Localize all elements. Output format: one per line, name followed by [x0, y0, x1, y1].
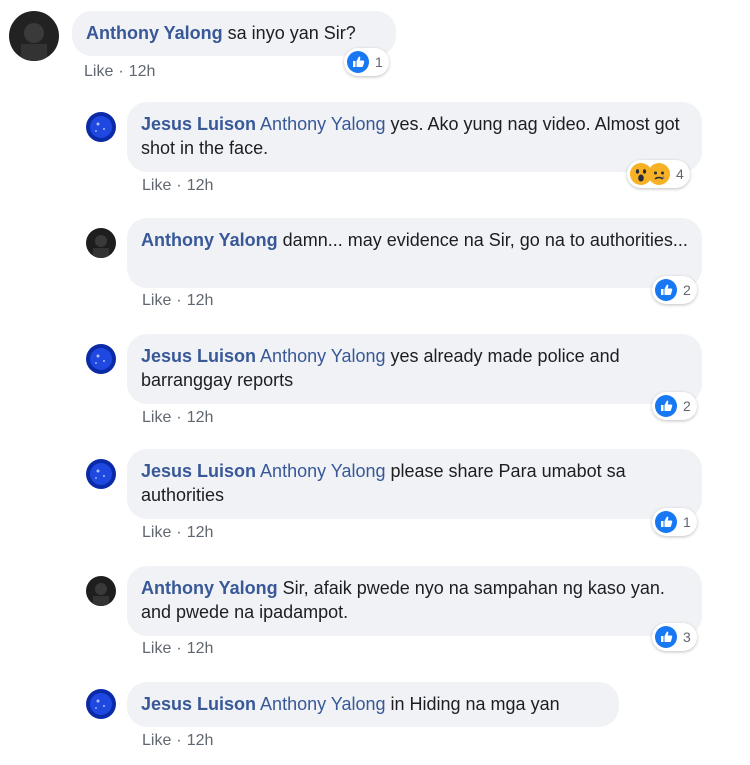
avatar[interactable]: [86, 112, 116, 142]
comment-author[interactable]: Jesus Luison: [141, 461, 256, 481]
comment-author[interactable]: Jesus Luison: [141, 114, 256, 134]
separator-dot: ·: [118, 63, 124, 80]
reaction-badge[interactable]: 2: [652, 276, 697, 304]
avatar[interactable]: [86, 459, 116, 489]
like-icon: [655, 626, 677, 648]
timestamp[interactable]: 12h: [187, 409, 214, 426]
reaction-badge[interactable]: 3: [652, 623, 697, 651]
avatar[interactable]: [86, 228, 116, 258]
comment-item: Jesus Luison Anthony Yalong in Hiding na…: [0, 680, 750, 760]
avatar[interactable]: [9, 11, 59, 61]
timestamp[interactable]: 12h: [187, 524, 214, 541]
comment-actions: Like · 12h: [142, 524, 213, 542]
timestamp[interactable]: 12h: [187, 177, 214, 194]
comment-author[interactable]: Jesus Luison: [141, 346, 256, 366]
like-icon: [655, 279, 677, 301]
reaction-badge[interactable]: 4: [627, 160, 690, 188]
reaction-count: 2: [683, 282, 691, 298]
comment-text: sa inyo yan Sir?: [222, 23, 356, 43]
comment-item: Anthony Yalong damn... may evidence na S…: [0, 216, 750, 321]
reaction-count: 3: [683, 629, 691, 645]
comment-text: in Hiding na mga yan: [385, 694, 560, 714]
comment-item: Anthony Yalong sa inyo yan Sir? 1 Like · 1…: [0, 0, 750, 90]
separator-dot: ·: [176, 409, 182, 426]
comment-author[interactable]: Jesus Luison: [141, 694, 256, 714]
sad-icon: [648, 163, 670, 185]
comment-item: Jesus Luison Anthony Yalong yes. Ako yun…: [0, 100, 750, 205]
comment-bubble: Anthony Yalong damn... may evidence na S…: [127, 218, 702, 288]
comment-actions: Like · 12h: [142, 292, 213, 310]
timestamp[interactable]: 12h: [187, 292, 214, 309]
comment-bubble: Jesus Luison Anthony Yalong please share…: [127, 449, 702, 519]
comment-text: damn... may evidence na Sir, go na to au…: [277, 230, 688, 250]
like-link[interactable]: Like: [142, 732, 171, 749]
comment-actions: Like · 12h: [84, 63, 155, 81]
like-link[interactable]: Like: [142, 292, 171, 309]
comment-bubble: Anthony Yalong sa inyo yan Sir?: [72, 11, 396, 56]
comment-item: Jesus Luison Anthony Yalong yes already …: [0, 332, 750, 437]
separator-dot: ·: [176, 732, 182, 749]
comment-bubble: Jesus Luison Anthony Yalong in Hiding na…: [127, 682, 619, 727]
reaction-count: 1: [683, 514, 691, 530]
comment-item: Jesus Luison Anthony Yalong please share…: [0, 447, 750, 552]
like-link[interactable]: Like: [142, 177, 171, 194]
avatar[interactable]: [86, 576, 116, 606]
timestamp[interactable]: 12h: [187, 732, 214, 749]
like-link[interactable]: Like: [142, 409, 171, 426]
comment-bubble: Jesus Luison Anthony Yalong yes. Ako yun…: [127, 102, 702, 172]
avatar[interactable]: [86, 689, 116, 719]
separator-dot: ·: [176, 177, 182, 194]
like-icon: [655, 511, 677, 533]
reaction-count: 1: [375, 54, 383, 70]
separator-dot: ·: [176, 524, 182, 541]
comment-bubble: Jesus Luison Anthony Yalong yes already …: [127, 334, 702, 404]
reaction-badge[interactable]: 1: [344, 48, 389, 76]
comment-item: Anthony Yalong Sir, afaik pwede nyo na s…: [0, 564, 750, 669]
like-icon: [347, 51, 369, 73]
comment-mention[interactable]: Anthony Yalong: [260, 114, 385, 134]
timestamp[interactable]: 12h: [129, 63, 156, 80]
avatar[interactable]: [86, 344, 116, 374]
separator-dot: ·: [176, 640, 182, 657]
comment-author[interactable]: Anthony Yalong: [141, 578, 278, 598]
comment-mention[interactable]: Anthony Yalong: [260, 461, 385, 481]
comment-bubble: Anthony Yalong Sir, afaik pwede nyo na s…: [127, 566, 702, 636]
reaction-badge[interactable]: 1: [652, 508, 697, 536]
comment-actions: Like · 12h: [142, 640, 213, 658]
comment-author[interactable]: Anthony Yalong: [86, 23, 223, 43]
like-link[interactable]: Like: [84, 63, 113, 80]
comment-actions: Like · 12h: [142, 732, 213, 750]
separator-dot: ·: [176, 292, 182, 309]
comment-author[interactable]: Anthony Yalong: [141, 230, 278, 250]
comment-mention[interactable]: Anthony Yalong: [260, 346, 385, 366]
like-link[interactable]: Like: [142, 640, 171, 657]
reaction-count: 4: [676, 166, 684, 182]
reaction-count: 2: [683, 398, 691, 414]
like-icon: [655, 395, 677, 417]
reaction-badge[interactable]: 2: [652, 392, 697, 420]
comment-mention[interactable]: Anthony Yalong: [260, 694, 385, 714]
timestamp[interactable]: 12h: [187, 640, 214, 657]
comment-actions: Like · 12h: [142, 409, 213, 427]
like-link[interactable]: Like: [142, 524, 171, 541]
comment-actions: Like · 12h: [142, 177, 213, 195]
